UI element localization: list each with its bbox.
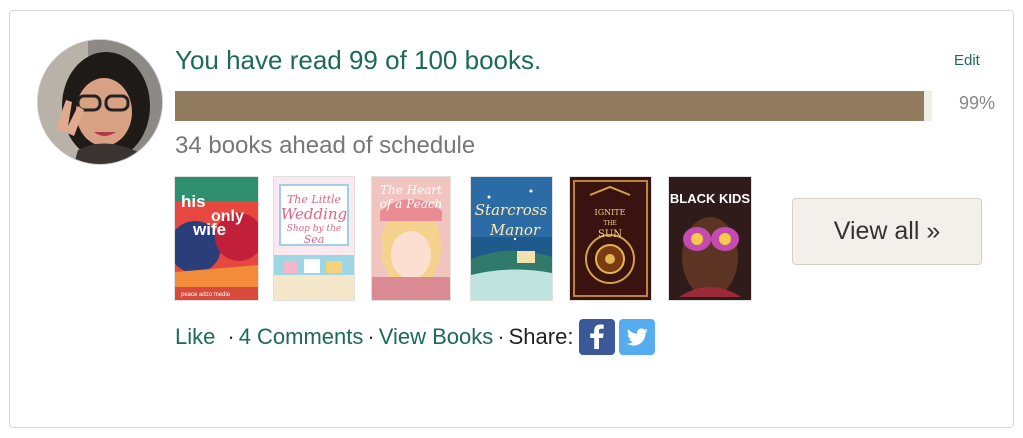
progress-percent: 99%: [959, 93, 996, 113]
book-5-title-line-2: THE: [603, 220, 617, 227]
edit-link[interactable]: Edit: [954, 52, 980, 69]
book-5-title-line-1: IGNITE: [595, 208, 626, 217]
book-1-author: peace adzo medie: [181, 292, 231, 298]
book-cover-3[interactable]: The Heart of a Peach: [372, 177, 450, 300]
separator-dot: ·: [367, 324, 375, 349]
book-4-title-line-1: Starcross: [475, 201, 548, 219]
book-cover-5[interactable]: IGNITE THE SUN: [570, 177, 651, 300]
book-1-title-line-1: his: [181, 192, 206, 211]
comments-link[interactable]: 4 Comments: [239, 324, 364, 350]
book-covers: his only wife peace adzo medie The Littl…: [175, 177, 775, 301]
facebook-icon[interactable]: [579, 319, 616, 355]
progress-bar: [175, 91, 932, 121]
book-cover-4[interactable]: Starcross Manor: [471, 177, 552, 300]
book-cover-6[interactable]: BLACK KIDS: [669, 177, 751, 300]
book-3-title-line-1: The Heart: [380, 183, 442, 197]
book-cover-1[interactable]: his only wife peace adzo medie: [175, 177, 258, 300]
book-3-title-line-2: of a Peach: [380, 197, 443, 211]
book-5-title-line-3: SUN: [598, 229, 622, 240]
book-6-title: BLACK KIDS: [670, 191, 750, 206]
like-link[interactable]: Like: [175, 324, 215, 350]
separator-dot: ·: [497, 324, 505, 349]
book-4-title-line-2: Manor: [489, 221, 541, 239]
user-avatar[interactable]: [37, 39, 163, 165]
share-label: Share:: [508, 324, 574, 349]
view-books-link[interactable]: View Books: [379, 324, 494, 350]
book-cover-2[interactable]: The Little Wedding Shop by the Sea: [274, 177, 354, 300]
activity-actions: Like · 4 Comments · View Books · Share:: [175, 319, 659, 355]
schedule-status: 34 books ahead of schedule: [175, 132, 476, 159]
twitter-icon[interactable]: [619, 319, 656, 355]
challenge-headline[interactable]: You have read 99 of 100 books.: [175, 45, 541, 76]
view-all-button[interactable]: View all »: [792, 198, 982, 265]
progress-fill: [175, 91, 925, 121]
book-1-title-line-3: wife: [192, 220, 226, 239]
book-2-title-line-2: Wedding: [281, 205, 347, 223]
reading-challenge-card: You have read 99 of 100 books. Edit 99% …: [9, 10, 1014, 428]
separator-dot: ·: [227, 324, 235, 349]
book-2-title-line-4: Sea: [304, 233, 325, 246]
